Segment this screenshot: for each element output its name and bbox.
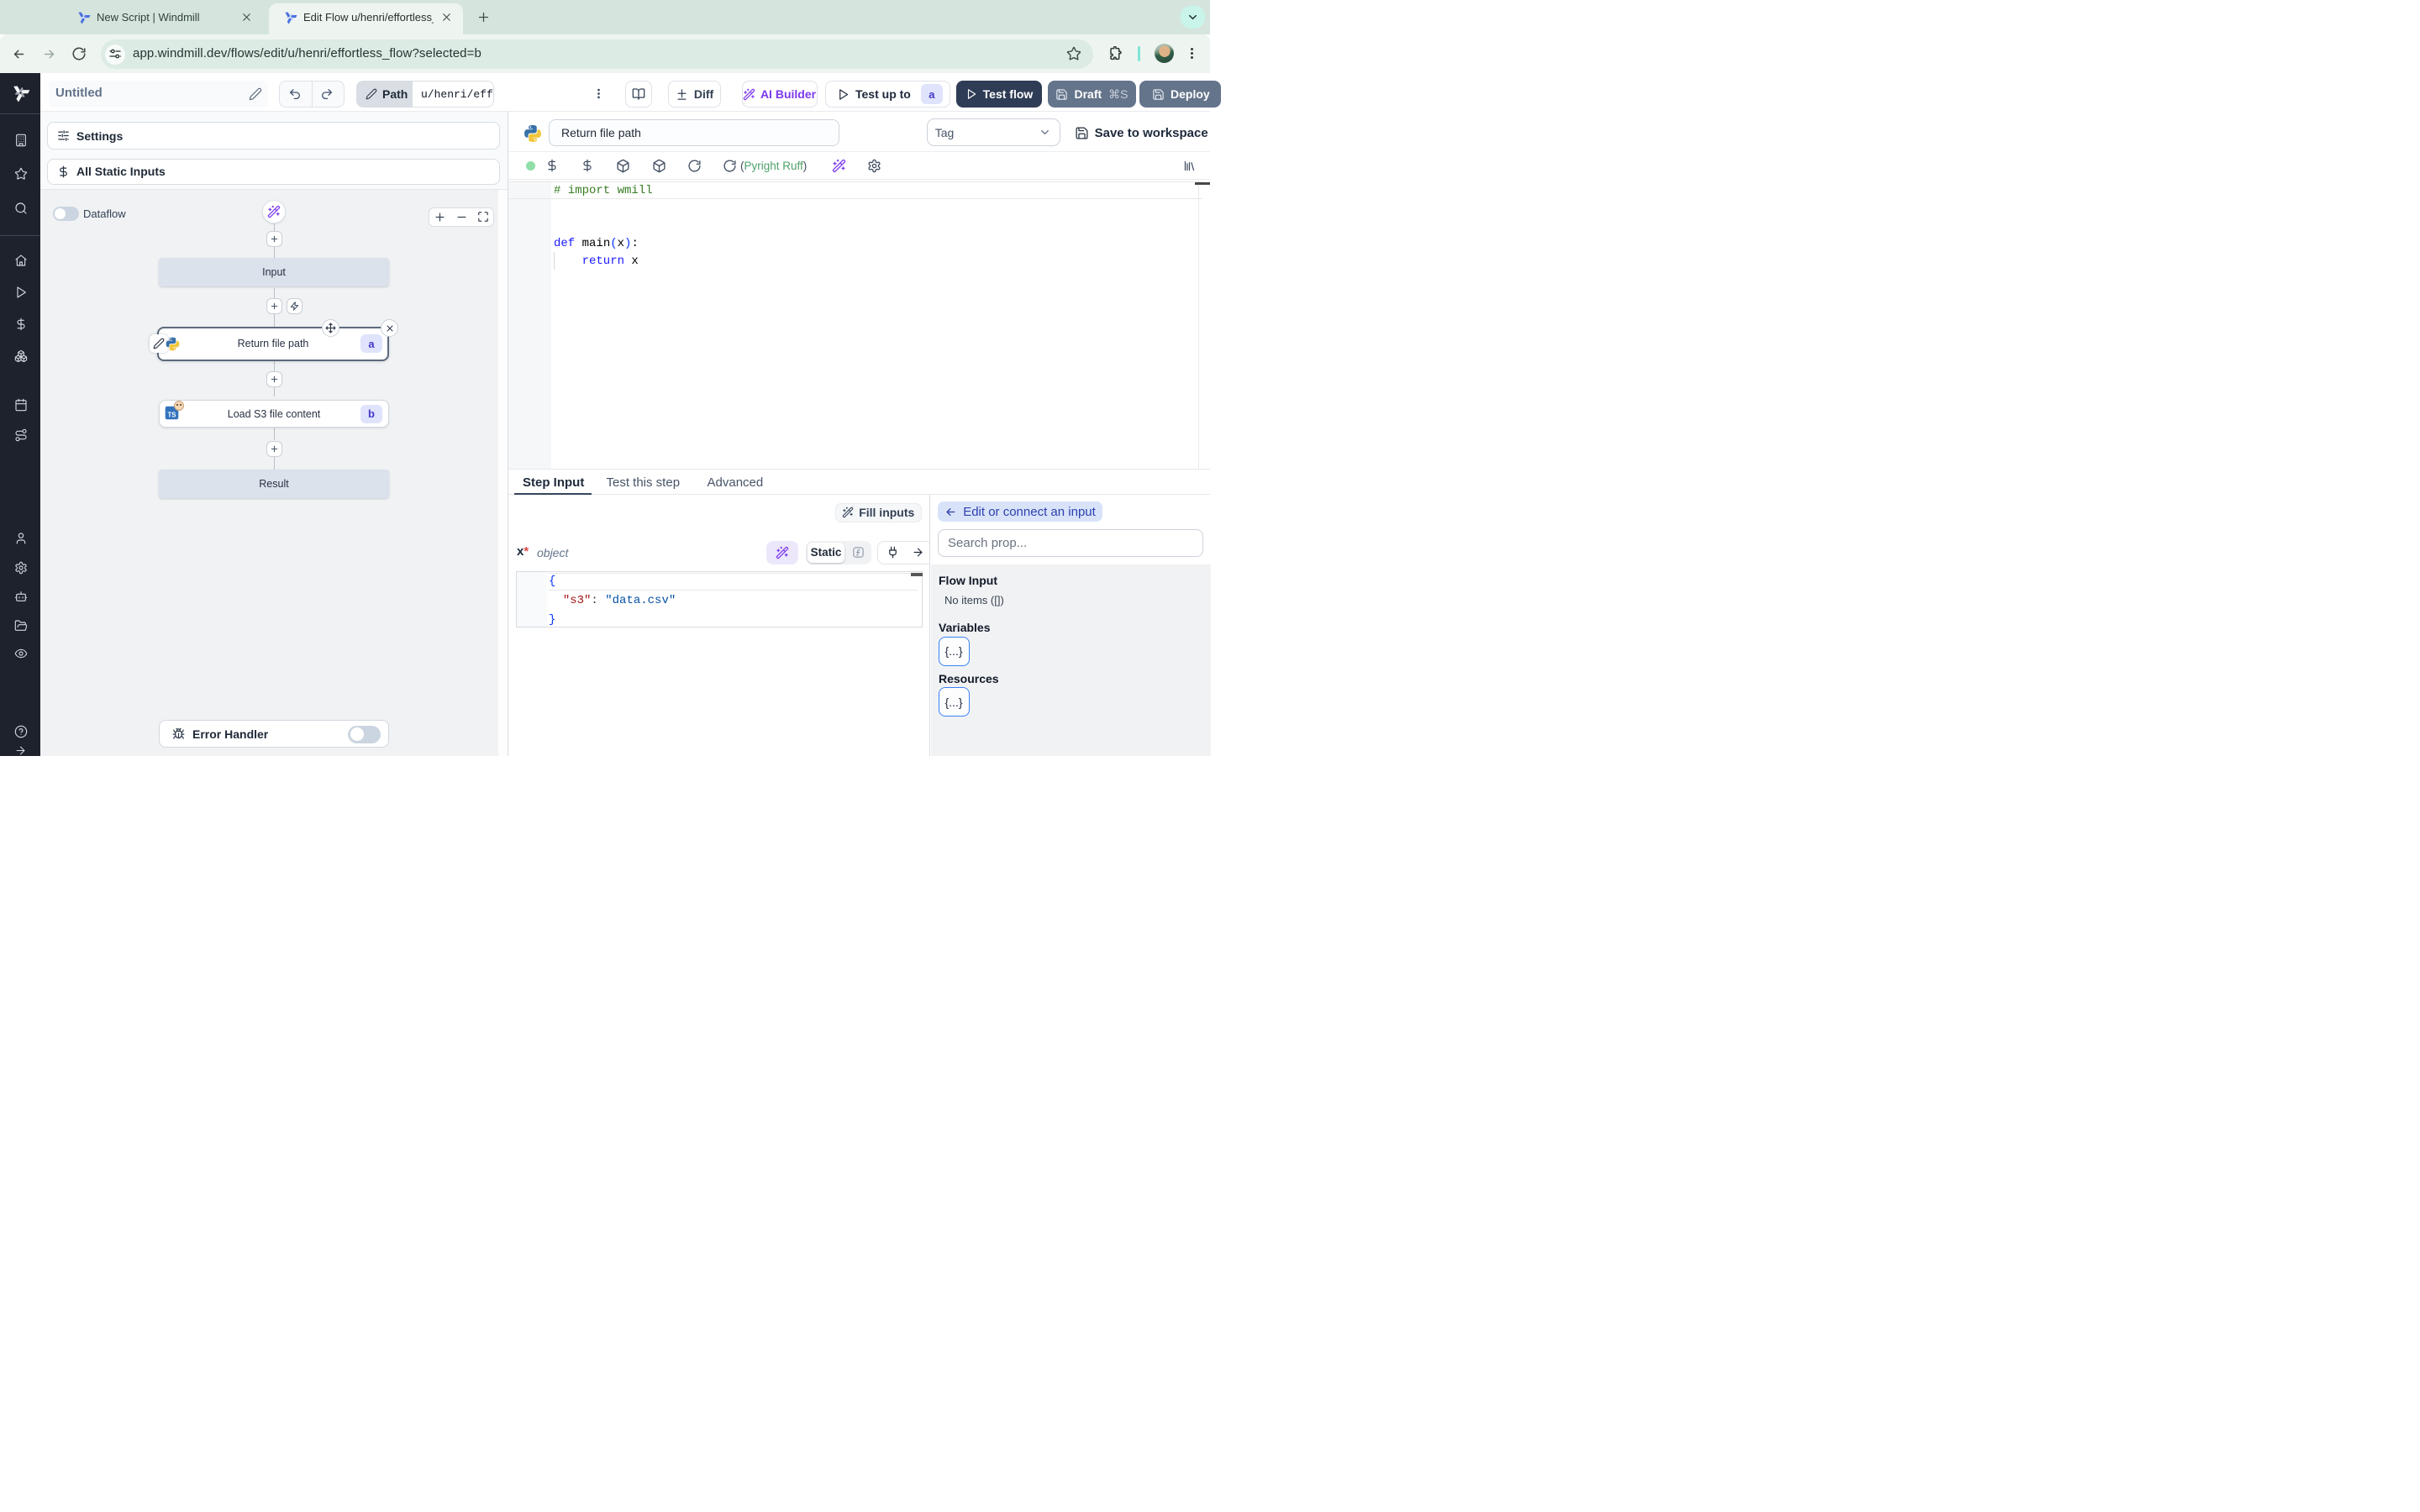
svg-text:TS: TS: [168, 411, 176, 418]
